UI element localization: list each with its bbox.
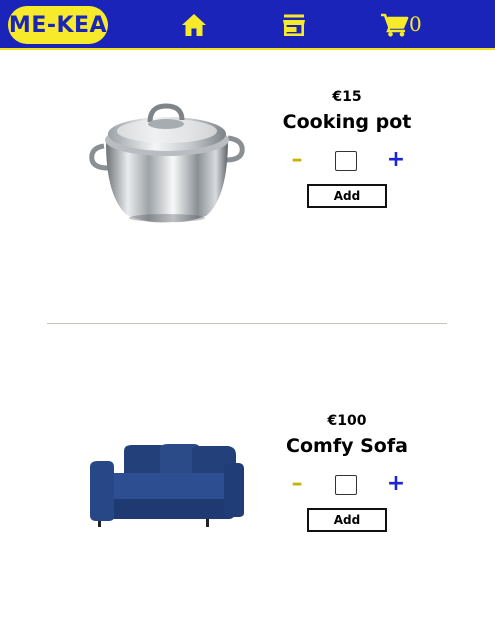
decrease-quantity-button[interactable]: – (285, 148, 309, 172)
product-info: €100 Comfy Sofa – + Add (277, 412, 417, 532)
home-icon[interactable] (181, 13, 207, 37)
sofa-image (90, 444, 244, 527)
cooking-pot-image (89, 103, 245, 223)
product-name: Comfy Sofa (286, 435, 408, 457)
product-price: €100 (327, 413, 367, 429)
product-divider (47, 323, 447, 324)
cart-count-badge: 0 (409, 12, 422, 36)
product-name: Cooking pot (282, 111, 412, 133)
add-to-cart-button[interactable]: Add (307, 184, 387, 208)
top-nav-bar: ME-KEA 0 (0, 0, 495, 50)
cart-icon[interactable] (380, 13, 410, 37)
product-info: €15 Cooking pot – + Add (277, 88, 417, 208)
increase-quantity-button[interactable]: + (384, 148, 408, 172)
decrease-quantity-button[interactable]: – (285, 472, 309, 496)
add-to-cart-button[interactable]: Add (307, 508, 387, 532)
quantity-input[interactable] (335, 475, 357, 495)
increase-quantity-button[interactable]: + (384, 472, 408, 496)
product-price: €15 (332, 89, 362, 105)
quantity-stepper: – + (277, 148, 417, 174)
store-icon[interactable] (281, 13, 307, 37)
logo[interactable]: ME-KEA (8, 6, 108, 44)
product-card: €100 Comfy Sofa – + Add (0, 325, 495, 642)
quantity-stepper: – + (277, 472, 417, 498)
product-card: €15 Cooking pot – + Add (0, 52, 495, 323)
quantity-input[interactable] (335, 151, 357, 171)
